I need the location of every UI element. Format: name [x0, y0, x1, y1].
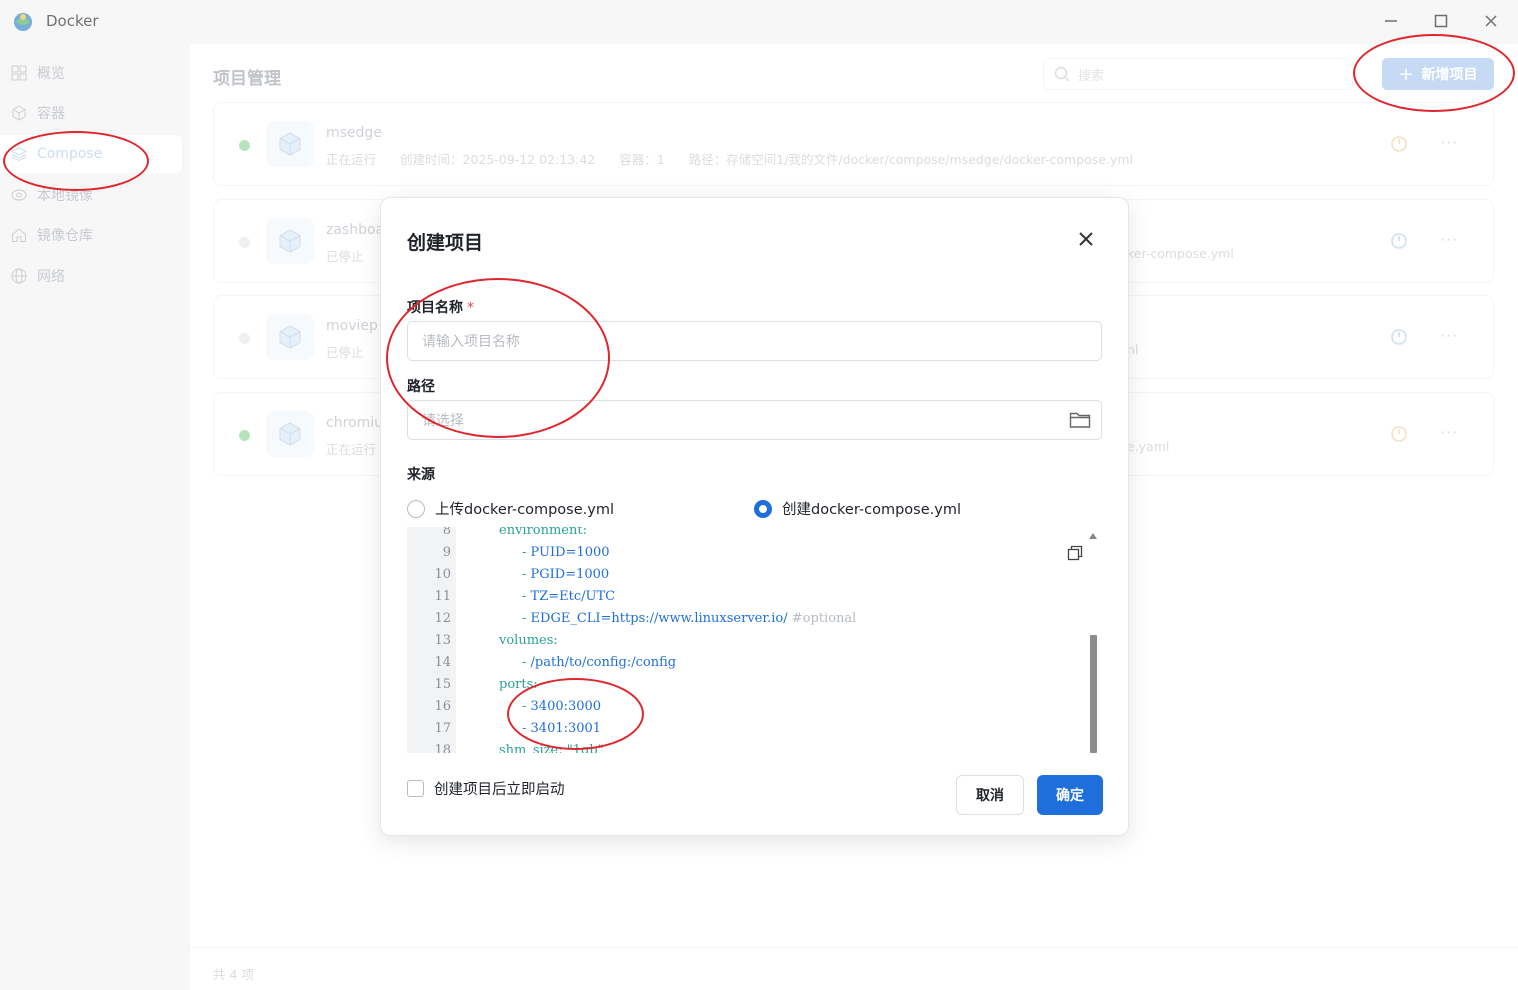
radio-create-compose[interactable]: 创建docker-compose.yml [754, 498, 961, 519]
close-icon[interactable] [1077, 230, 1095, 248]
code-line: 13 volumes: [407, 630, 1087, 652]
code-comment: #optional [787, 611, 857, 626]
required-mark: * [467, 300, 474, 316]
code-text: - PUID=1000 [522, 545, 610, 560]
dialog-title: 创建项目 [407, 232, 484, 254]
code-text: ports: [499, 677, 538, 692]
create-project-dialog: 创建项目 项目名称 * 请输入项目名称 路径 请选择 来源 上传docker-co… [380, 197, 1129, 836]
line-number: 11 [434, 589, 451, 604]
code-text: environment: [499, 527, 587, 538]
code-text: - EDGE_CLI=https://www.linuxserver.io/ #… [522, 611, 857, 626]
line-number: 12 [434, 611, 451, 626]
autostart-checkbox[interactable]: 创建项目后立即启动 [407, 778, 565, 799]
code-line: 18 shm_size: "1gb" [407, 740, 1087, 753]
line-number: 17 [434, 721, 451, 736]
code-line: 11 - TZ=Etc/UTC [407, 586, 1087, 608]
radio-circle [407, 499, 425, 518]
code-line: 16 - 3400:3000 [407, 696, 1087, 718]
code-text: - 3401:3001 [522, 721, 602, 736]
scroll-up-arrow[interactable] [1089, 533, 1097, 539]
code-text: - 3400:3000 [522, 699, 602, 714]
line-number: 15 [434, 677, 451, 692]
confirm-button[interactable]: 确定 [1037, 775, 1103, 815]
radio-label: 创建docker-compose.yml [782, 502, 961, 518]
line-number: 13 [434, 633, 451, 648]
autostart-label: 创建项目后立即启动 [434, 782, 565, 798]
code-line: 15 ports: [407, 674, 1087, 696]
radio-label: 上传docker-compose.yml [435, 502, 614, 518]
project-name-label-text: 项目名称 [407, 300, 463, 316]
project-name-input[interactable]: 请输入项目名称 [407, 321, 1102, 361]
editor-scrollbar[interactable] [1090, 635, 1097, 753]
code-line: 8 environment: [407, 527, 1087, 542]
radio-circle-checked [754, 499, 772, 518]
line-number: 8 [442, 527, 451, 538]
path-placeholder: 请选择 [422, 413, 464, 429]
code-line: 9 - PUID=1000 [407, 542, 1087, 564]
code-text: volumes: [499, 633, 558, 648]
code-line: 14 - /path/to/config:/config [407, 652, 1087, 674]
line-number: 9 [442, 545, 451, 560]
project-name-placeholder: 请输入项目名称 [422, 334, 520, 350]
line-number: 10 [434, 567, 451, 582]
code-line: 12 - EDGE_CLI=https://www.linuxserver.io/… [407, 608, 1087, 630]
line-number: 14 [434, 655, 451, 670]
copy-icon[interactable] [1067, 545, 1083, 561]
line-number: 18 [434, 743, 451, 753]
checkbox-box [407, 780, 424, 797]
project-name-label: 项目名称 * [407, 297, 474, 317]
radio-upload-compose[interactable]: 上传docker-compose.yml [407, 498, 614, 519]
code-text: - PGID=1000 [522, 567, 610, 582]
code-text: - /path/to/config:/config [522, 655, 677, 670]
folder-icon[interactable] [1069, 411, 1091, 429]
cancel-button[interactable]: 取消 [956, 775, 1024, 815]
line-number: 16 [434, 699, 451, 714]
code-line: 10 - PGID=1000 [407, 564, 1087, 586]
code-text: shm_size: "1gb" [499, 743, 604, 753]
path-label: 路径 [407, 379, 435, 395]
source-label: 来源 [407, 467, 435, 483]
compose-code-editor[interactable]: 8 environment: 9 - PUID=1000 10 - PGID=1000 11… [407, 527, 1101, 753]
code-line: 17 - 3401:3001 [407, 718, 1087, 740]
path-select[interactable]: 请选择 [407, 400, 1102, 440]
code-text: - TZ=Etc/UTC [522, 589, 616, 604]
